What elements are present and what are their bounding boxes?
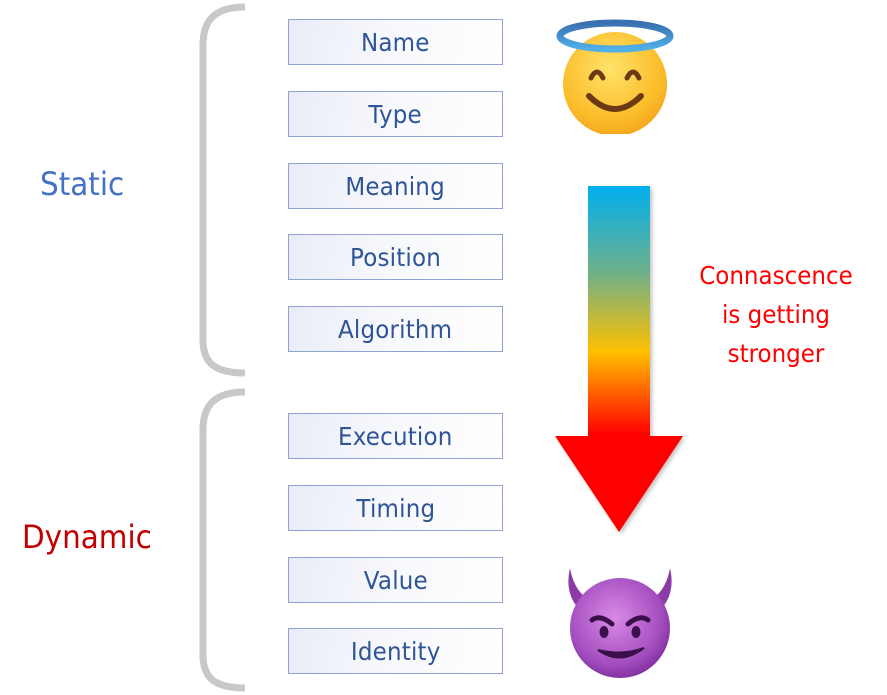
smiling-face-with-horns-icon — [568, 568, 672, 678]
strength-arrow-icon — [555, 186, 683, 532]
static-brace — [199, 3, 246, 377]
connascence-timing-box: Timing — [288, 485, 503, 531]
dynamic-group-label: Dynamic — [22, 518, 152, 556]
connascence-type-box: Type — [288, 91, 503, 137]
static-group-label: Static — [40, 165, 125, 203]
dynamic-brace — [199, 388, 246, 692]
connascence-value-box: Value — [288, 557, 503, 603]
connascence-name-box: Name — [288, 19, 503, 65]
connascence-execution-box: Execution — [288, 413, 503, 459]
smiling-face-with-halo-icon — [556, 19, 674, 134]
connascence-meaning-box: Meaning — [288, 163, 503, 209]
connascence-algorithm-box: Algorithm — [288, 306, 503, 352]
connascence-position-box: Position — [288, 234, 503, 280]
connascence-identity-box: Identity — [288, 628, 503, 674]
strength-annotation: Connascence is getting stronger — [699, 261, 853, 368]
